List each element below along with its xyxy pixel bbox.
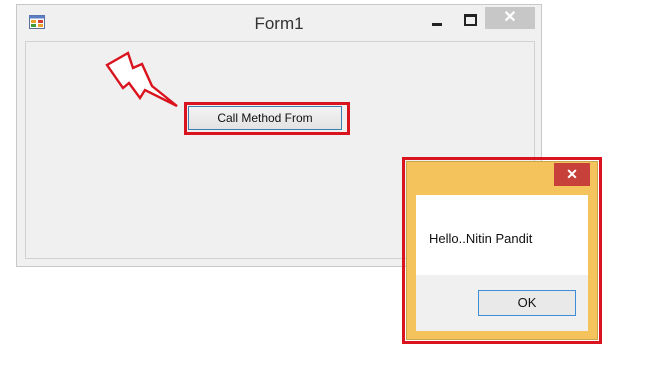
minimize-button[interactable] xyxy=(425,9,449,31)
message-text: Hello..Nitin Pandit xyxy=(429,231,533,246)
message-box-close-button[interactable]: ✕ xyxy=(554,163,590,186)
call-method-button[interactable]: Call Method From xyxy=(188,106,342,130)
screenshot-stage: Form1 ✕ Call Method From ✕ Hello..Nitin … xyxy=(0,0,650,374)
message-box-body: Hello..Nitin Pandit xyxy=(416,195,588,275)
lightning-bolt-icon xyxy=(105,51,178,108)
ok-button[interactable]: OK xyxy=(478,290,576,316)
title-bar[interactable]: Form1 ✕ xyxy=(17,5,541,41)
message-box: ✕ Hello..Nitin Pandit OK xyxy=(406,161,598,340)
message-box-footer: OK xyxy=(416,275,588,331)
maximize-button[interactable] xyxy=(458,9,482,31)
close-button[interactable]: ✕ xyxy=(485,7,535,29)
